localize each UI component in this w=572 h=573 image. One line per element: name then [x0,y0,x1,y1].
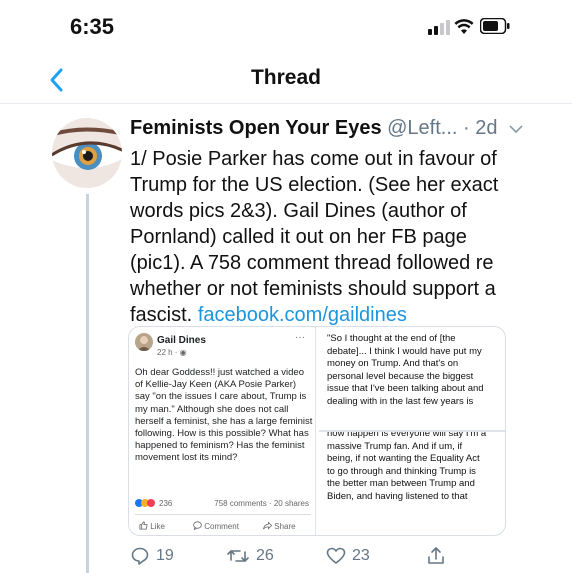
retweet-icon [227,550,249,562]
more-icon: ··· [295,332,305,343]
tweet-link[interactable]: facebook.com/gaildines [198,304,407,326]
heart-icon [326,547,346,564]
thumbs-up-icon [139,521,148,530]
quote-text-2: "So I thought at the end of [the debate]… [327,333,484,407]
comment-icon [193,521,202,531]
tweet-text: 1/ Posie Parker has come out in favour o… [130,146,515,328]
tweet-time: · 2d [463,117,498,139]
display-name[interactable]: Feminists Open Your Eyes [130,117,382,139]
share-icon [428,547,444,564]
retweet-count: 26 [256,547,274,564]
media-grid[interactable]: Gail Dines 22 h · ◉ ··· Oh dear Goddess!… [128,326,506,536]
nav-bar: Thread [0,56,572,104]
thread-line [86,194,89,573]
fb-like-label: Like [150,522,165,531]
reply-count: 19 [156,547,174,564]
divider [135,514,311,515]
fb-reactions: 236 758 comments · 20 shares [135,499,311,511]
retweet-button[interactable]: 26 [226,545,274,567]
reply-button[interactable]: 19 [130,545,174,567]
divider [315,327,317,535]
reply-icon [131,547,149,565]
fb-comments-shares: 758 comments · 20 shares [214,499,309,508]
fb-comment: Comment [193,521,239,531]
reaction-icons [135,499,155,509]
avatar[interactable] [52,118,122,188]
media-image-3[interactable]: now happen is everyone will say I'm a ma… [319,432,505,535]
media-image-2[interactable]: "So I thought at the end of [the debate]… [319,327,505,430]
page-title: Thread [250,66,321,89]
fb-avatar [135,333,153,351]
share-icon [263,521,273,530]
fb-author-name: Gail Dines [157,335,206,346]
signal-icon [428,19,450,35]
fb-reaction-count: 236 [159,499,173,508]
fb-post-meta: 22 h · ◉ [157,348,187,357]
like-button[interactable]: 23 [326,545,370,567]
tweet-body: 1/ Posie Parker has come out in favour o… [130,148,499,326]
wifi-icon [454,19,474,34]
tweet-header: Feminists Open Your Eyes @Left... · 2d [130,117,530,145]
media-image-1[interactable]: Gail Dines 22 h · ◉ ··· Oh dear Goddess!… [129,327,315,535]
fb-post-text: Oh dear Goddess!! just watched a video o… [135,367,313,464]
handle[interactable]: @Left... [387,117,457,139]
share-button[interactable] [426,545,446,567]
status-bar: 6:35 [0,0,572,56]
status-time: 6:35 [70,14,115,39]
like-count: 23 [352,547,370,564]
eye-icon [52,118,122,188]
fb-actions: Like Comment Share [135,521,311,533]
chevron-down-icon[interactable] [509,124,523,134]
quote-text-3: now happen is everyone will say I'm a ma… [327,432,487,502]
tweet-actions: 19 26 23 [130,545,470,569]
fb-comment-label: Comment [204,522,239,531]
battery-icon [480,18,510,34]
fb-like: Like [139,521,165,531]
fb-share: Share [263,521,296,531]
fb-share-label: Share [274,522,296,531]
